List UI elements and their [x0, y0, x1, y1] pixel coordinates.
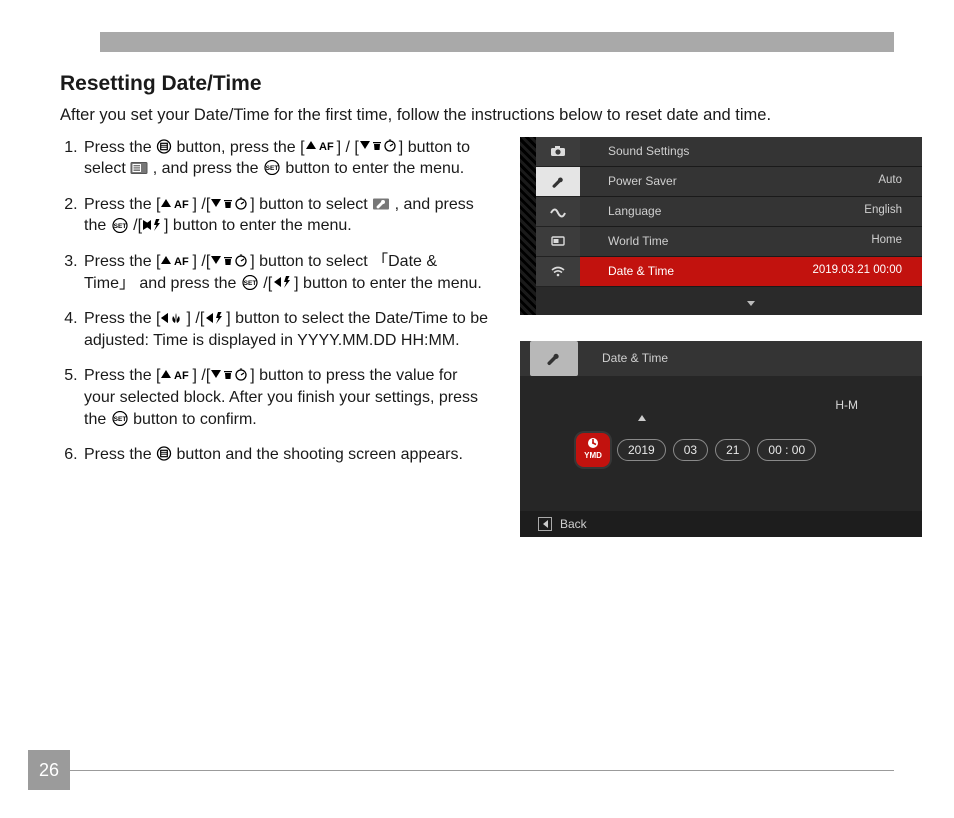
- page-title: Resetting Date/Time: [60, 70, 894, 98]
- menu-rect-icon: [130, 160, 148, 175]
- right-flash-icon: [142, 218, 164, 233]
- page-number: 26: [28, 750, 70, 790]
- step-4: Press the [] /[] button to select the Da…: [82, 308, 490, 351]
- down-delete-timer-icon: [210, 196, 250, 211]
- set-icon: SET: [241, 275, 259, 290]
- step-6: Press the button and the shooting screen…: [82, 444, 490, 466]
- left-macro-icon: [160, 310, 186, 325]
- svg-text:SET: SET: [113, 223, 126, 230]
- dt-time: 00 : 00: [757, 439, 816, 461]
- wrench-tile-icon: [372, 196, 390, 211]
- up-af-icon: AF: [160, 196, 192, 211]
- right-flash-icon: [204, 310, 226, 325]
- menu-row-sound: Sound Settings: [580, 137, 922, 167]
- chevron-down-icon: [747, 301, 755, 306]
- dt-year: 2019: [617, 439, 666, 461]
- up-af-icon: AF: [160, 368, 192, 383]
- tab-connection-icon: [536, 197, 580, 227]
- up-af-icon: AF: [160, 253, 192, 268]
- set-icon: SET: [111, 218, 129, 233]
- down-delete-timer-icon: [210, 368, 250, 383]
- back-label: Back: [560, 516, 587, 532]
- down-delete-timer-icon: [210, 253, 250, 268]
- svg-text:SET: SET: [243, 280, 256, 287]
- ymd-icon: YMD: [576, 433, 610, 467]
- tab-wrench-icon: [536, 167, 580, 197]
- hm-label: H-M: [835, 397, 858, 413]
- arrow-up-icon: [638, 415, 646, 421]
- svg-text:AF: AF: [174, 199, 189, 211]
- wrench-tile-icon: [530, 341, 578, 376]
- dt-day: 21: [715, 439, 750, 461]
- set-icon: SET: [111, 411, 129, 426]
- header-bar: [100, 32, 894, 52]
- step-2: Press the [AF] /[] button to select , an…: [82, 194, 490, 237]
- menu-row-language: LanguageEnglish: [580, 197, 922, 227]
- tab-wifi-icon: [536, 257, 580, 287]
- menu-row-world-time: World TimeHome: [580, 227, 922, 257]
- svg-text:SET: SET: [113, 416, 126, 423]
- svg-text:AF: AF: [174, 370, 189, 382]
- tab-display-icon: [536, 227, 580, 257]
- date-time-title: Date & Time: [602, 350, 668, 366]
- instructions-column: Press the button, press the [AF] / [] bu…: [60, 137, 490, 537]
- date-time-screenshot: Date & Time H-M YMD 2019 03 21 00 : 00: [520, 341, 922, 537]
- menu-icon: [156, 139, 172, 154]
- svg-text:SET: SET: [266, 165, 279, 172]
- settings-menu-screenshot: Sound Settings Power SaverAuto LanguageE…: [520, 137, 922, 315]
- svg-text:AF: AF: [319, 141, 334, 153]
- back-bar: Back: [520, 511, 922, 537]
- set-icon: SET: [263, 160, 281, 175]
- menu-icon: [156, 446, 172, 461]
- menu-more-indicator: [580, 293, 922, 315]
- intro-text: After you set your Date/Time for the fir…: [60, 104, 894, 126]
- dt-month: 03: [673, 439, 708, 461]
- svg-text:AF: AF: [174, 256, 189, 268]
- tab-camera-icon: [536, 137, 580, 167]
- down-delete-timer-icon: [359, 139, 399, 154]
- back-left-icon: [538, 517, 552, 531]
- menu-row-power-saver: Power SaverAuto: [580, 167, 922, 197]
- up-af-icon: AF: [305, 139, 337, 154]
- step-1: Press the button, press the [AF] / [] bu…: [82, 137, 490, 180]
- right-flash-icon: [272, 275, 294, 290]
- step-3: Press the [AF] /[] button to select 「Dat…: [82, 251, 490, 294]
- step-5: Press the [AF] /[] button to press the v…: [82, 365, 490, 430]
- footer-rule: [70, 770, 894, 771]
- menu-row-date-time: Date & Time2019.03.21 00:00: [580, 257, 922, 287]
